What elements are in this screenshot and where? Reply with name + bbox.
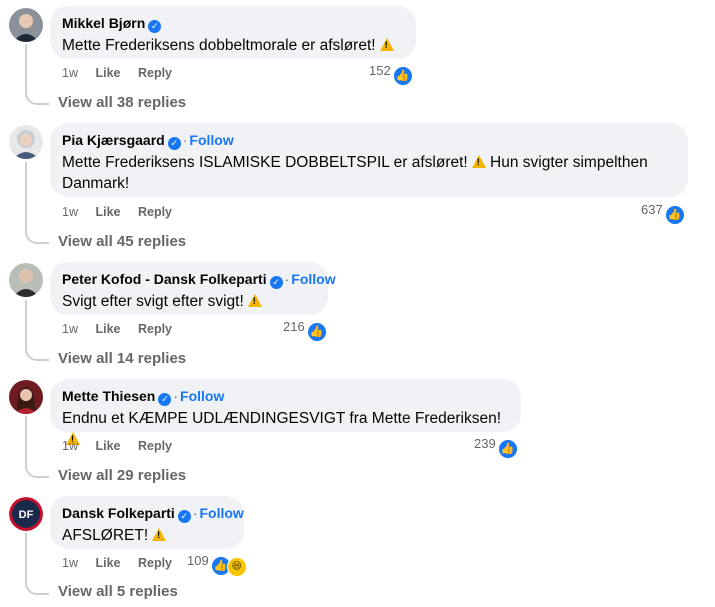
separator-dot: ·	[284, 271, 290, 287]
verified-icon: ✓	[167, 137, 181, 150]
comment-bubble: Dansk Folkeparti ✓ · Follow AFSLØRET!	[50, 496, 244, 549]
reply-button[interactable]: Reply	[138, 322, 172, 336]
comment-text: Svigt efter svigt efter svigt!	[62, 293, 244, 310]
like-icon: 👍	[664, 205, 685, 225]
like-button[interactable]: Like	[95, 439, 120, 453]
reply-button[interactable]: Reply	[138, 66, 172, 80]
like-icon: 👍	[392, 66, 413, 86]
timestamp[interactable]: 1w	[62, 205, 78, 219]
view-replies-link[interactable]: View all 14 replies	[58, 350, 186, 367]
like-icon: 👍	[306, 322, 327, 342]
reaction-count[interactable]: 152 👍	[369, 63, 413, 86]
reply-button[interactable]: Reply	[138, 439, 172, 453]
separator-dot: ·	[182, 132, 188, 148]
avatar[interactable]	[9, 263, 43, 297]
separator-dot: ·	[173, 388, 179, 404]
reaction-count[interactable]: 637 👍	[641, 202, 685, 225]
reaction-count[interactable]: 216 👍	[283, 319, 327, 342]
comment-actions: 1w Like Reply	[62, 439, 186, 453]
comment-actions: 1w Like Reply	[62, 322, 186, 336]
thread-elbow	[25, 579, 49, 595]
like-button[interactable]: Like	[95, 322, 120, 336]
view-replies-link[interactable]: View all 38 replies	[58, 94, 186, 111]
thread-elbow	[25, 345, 49, 361]
reaction-number: 216	[283, 319, 305, 334]
timestamp[interactable]: 1w	[62, 66, 78, 80]
follow-button[interactable]: Follow	[291, 271, 335, 287]
avatar[interactable]	[9, 125, 43, 159]
avatar[interactable]	[9, 8, 43, 42]
reaction-number: 152	[369, 63, 391, 78]
timestamp[interactable]: 1w	[62, 322, 78, 336]
author-name[interactable]: Mette Thiesen	[62, 388, 155, 404]
comment-bubble: Peter Kofod - Dansk Folkeparti ✓ · Follow S…	[50, 262, 336, 315]
comment-actions: 1w Like Reply	[62, 205, 186, 219]
comment-actions: 1w Like Reply	[62, 66, 186, 80]
reply-button[interactable]: Reply	[138, 556, 172, 570]
author-name[interactable]: Mikkel Bjørn	[62, 15, 145, 31]
like-button[interactable]: Like	[95, 205, 120, 219]
thread-line	[25, 162, 27, 228]
view-replies-link[interactable]: View all 5 replies	[58, 583, 178, 600]
comment-actions: 1w Like Reply	[62, 556, 186, 570]
reaction-number: 637	[641, 202, 663, 217]
like-icon: 👍	[497, 439, 518, 459]
comment-bubble: Mikkel Bjørn ✓ Mette Frederiksens dobbelt…	[50, 6, 416, 59]
verified-icon: ✓	[177, 510, 191, 523]
warning-icon	[247, 294, 262, 307]
reaction-number: 109	[187, 553, 209, 568]
thread-elbow	[25, 228, 49, 244]
warning-icon	[379, 38, 394, 51]
reaction-count[interactable]: 239 👍	[474, 436, 518, 459]
timestamp[interactable]: 1w	[62, 556, 78, 570]
verified-icon: ✓	[158, 393, 172, 406]
separator-dot: ·	[192, 505, 198, 521]
warning-icon	[471, 155, 486, 168]
like-button[interactable]: Like	[95, 556, 120, 570]
thread-line	[25, 300, 27, 345]
comment-text: Endnu et KÆMPE UDLÆNDINGESVIGT fra Mette…	[62, 410, 502, 427]
thread-line	[25, 44, 27, 89]
author-name[interactable]: Pia Kjærsgaard	[62, 132, 165, 148]
thread-elbow	[25, 462, 49, 478]
view-replies-link[interactable]: View all 45 replies	[58, 233, 186, 250]
logo-text: DF	[19, 509, 34, 521]
comment-text-cont: Hun svigter simpelthen	[490, 154, 648, 171]
thread-line	[25, 533, 27, 579]
haha-icon: 😆	[226, 557, 247, 577]
follow-button[interactable]: Follow	[200, 505, 244, 521]
reaction-number: 239	[474, 436, 496, 451]
comment-bubble: Pia Kjærsgaard ✓ · Follow Mette Frederiksen…	[50, 123, 688, 197]
like-button[interactable]: Like	[95, 66, 120, 80]
comment-bubble: Mette Thiesen ✓ · Follow Endnu et KÆMPE UDL…	[50, 379, 521, 445]
verified-icon: ✓	[148, 20, 162, 33]
author-name[interactable]: Dansk Folkeparti	[62, 505, 175, 521]
avatar[interactable]	[9, 380, 43, 414]
reaction-count[interactable]: 109 👍 😆	[187, 553, 247, 577]
comment-text: AFSLØRET!	[62, 527, 149, 544]
timestamp[interactable]: 1w	[62, 439, 78, 453]
thread-elbow	[25, 89, 49, 105]
follow-button[interactable]: Follow	[189, 132, 233, 148]
follow-button[interactable]: Follow	[180, 388, 224, 404]
view-replies-link[interactable]: View all 29 replies	[58, 467, 186, 484]
thread-line	[25, 416, 27, 462]
verified-icon: ✓	[269, 276, 283, 289]
warning-icon	[152, 528, 167, 541]
author-name[interactable]: Peter Kofod - Dansk Folkeparti	[62, 271, 267, 287]
reply-button[interactable]: Reply	[138, 205, 172, 219]
comment-text-cont: Danmark!	[62, 175, 130, 192]
comment-text: Mette Frederiksens dobbeltmorale er afsl…	[62, 37, 376, 54]
avatar[interactable]: DF	[9, 497, 43, 531]
comment-text: Mette Frederiksens ISLAMISKE DOBBELTSPIL…	[62, 154, 468, 171]
